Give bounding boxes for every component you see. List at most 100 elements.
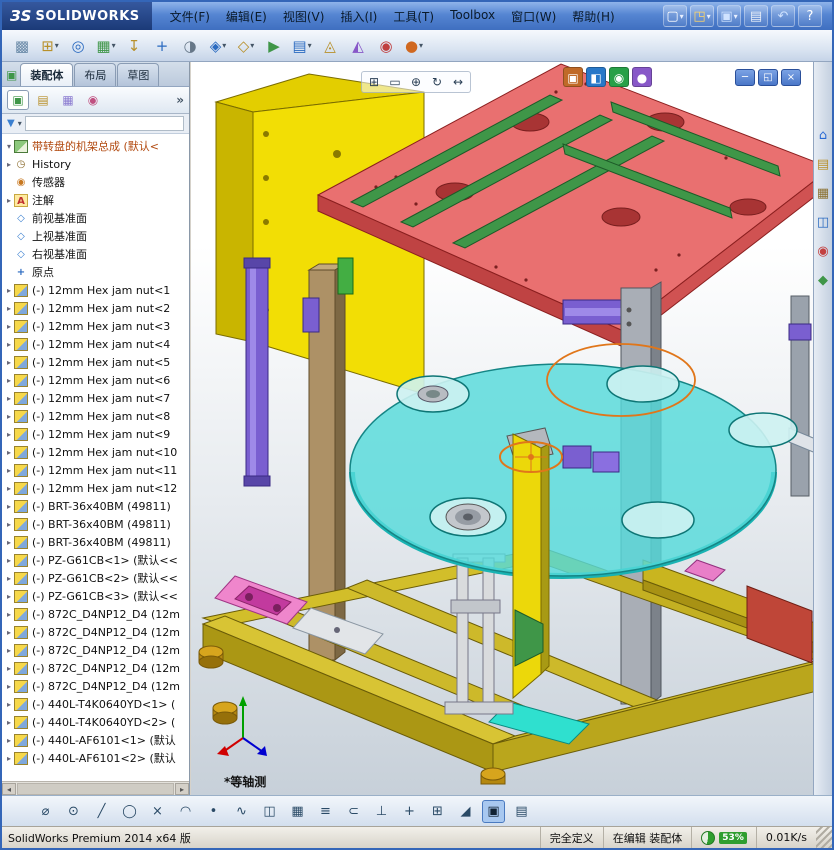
expand-arrow-icon[interactable] — [4, 412, 14, 421]
tree-item[interactable]: (-) 12mm Hex jam nut<5 — [4, 353, 189, 371]
help-button[interactable]: ? — [798, 5, 822, 27]
base-frame[interactable] — [201, 547, 817, 773]
expand-arrow-icon[interactable] — [4, 376, 14, 385]
tree-item[interactable]: (-) PZ-G61CB<1> (默认<< — [4, 551, 189, 569]
tree-item[interactable]: (-) PZ-G61CB<3> (默认<< — [4, 587, 189, 605]
expand-arrow-icon[interactable] — [4, 736, 14, 745]
expand-arrow-icon[interactable] — [4, 592, 14, 601]
move-component-button[interactable]: + — [150, 34, 174, 58]
tree-root-assembly[interactable]: 带转盘的机架总成 (默认< — [4, 137, 189, 155]
mirror-entities-button[interactable]: ◫ — [258, 800, 281, 823]
scroll-right-icon[interactable]: ▸ — [175, 782, 189, 795]
expand-arrow-icon[interactable] — [4, 322, 14, 331]
zoom-to-area-button[interactable]: ▭ — [386, 73, 404, 91]
menu-item[interactable]: 编辑(E) — [218, 5, 275, 28]
undo-button[interactable]: ↶ — [771, 5, 795, 27]
expand-arrow-icon[interactable] — [4, 628, 14, 637]
arc-tool-button[interactable]: ◠ — [174, 800, 197, 823]
expand-arrow-icon[interactable] — [4, 448, 14, 457]
tree-item[interactable]: (-) 872C_D4NP12_D4 (12m — [4, 641, 189, 659]
expand-arrow-icon[interactable] — [4, 196, 14, 205]
tab-sketch[interactable]: 草图 — [117, 63, 160, 86]
tree-item[interactable]: (-) BRT-36x40BM (49811) — [4, 533, 189, 551]
tree-item[interactable]: (-) PZ-G61CB<2> (默认<< — [4, 569, 189, 587]
print-button[interactable]: ▤ — [744, 5, 768, 27]
instant3d-button[interactable]: ◭ — [346, 34, 370, 58]
appearances-scenes-tab[interactable]: ◉ — [817, 244, 828, 259]
tree-item[interactable]: (-) 12mm Hex jam nut<12 — [4, 479, 189, 497]
insert-components-button[interactable]: ⊞ — [38, 34, 62, 58]
panel-flyout-chevron[interactable]: » — [176, 93, 184, 107]
shaded-sketch-contours-button[interactable]: ◢ — [454, 800, 477, 823]
tree-item[interactable]: (-) 12mm Hex jam nut<3 — [4, 317, 189, 335]
3d-model-canvas[interactable] — [191, 62, 817, 795]
menu-item[interactable]: Toolbox — [442, 5, 503, 28]
tree-item[interactable]: (-) 12mm Hex jam nut<9 — [4, 425, 189, 443]
scroll-left-icon[interactable]: ◂ — [2, 782, 16, 795]
bill-of-materials-button[interactable]: ▤ — [290, 34, 314, 58]
tree-item[interactable]: (-) 12mm Hex jam nut<4 — [4, 335, 189, 353]
expand-arrow-icon[interactable] — [4, 574, 14, 583]
resize-grip[interactable] — [816, 827, 832, 848]
linear-sketch-pattern-button[interactable]: ▦ — [286, 800, 309, 823]
linear-component-pattern-button[interactable]: ▦ — [94, 34, 118, 58]
expand-arrow-icon[interactable] — [4, 394, 14, 403]
filter-input[interactable] — [24, 116, 184, 131]
filter-dropdown-icon[interactable]: ▾ — [18, 119, 22, 128]
expand-arrow-icon[interactable] — [4, 682, 14, 691]
interference-detection-button[interactable]: ◉ — [374, 34, 398, 58]
zoom-in-out-button[interactable]: ⊕ — [407, 73, 425, 91]
tree-item[interactable]: (-) 440L-T4K0640YD<1> ( — [4, 695, 189, 713]
tree-item[interactable]: 传感器 — [4, 173, 189, 191]
tree-horizontal-scrollbar[interactable]: ◂ ▸ — [2, 781, 189, 795]
tab-layout[interactable]: 布局 — [74, 63, 117, 86]
rotate-view-button[interactable]: ↻ — [428, 73, 446, 91]
tree-item[interactable]: (-) 12mm Hex jam nut<2 — [4, 299, 189, 317]
tree-item[interactable]: (-) 872C_D4NP12_D4 (12m — [4, 659, 189, 677]
top-linear-rail[interactable] — [562, 299, 624, 325]
doc-close-button[interactable]: × — [781, 69, 801, 86]
tree-item[interactable]: 注解 — [4, 191, 189, 209]
conveyor-beam[interactable] — [642, 559, 817, 664]
menu-item[interactable]: 文件(F) — [162, 5, 218, 28]
tree-item[interactable]: (-) 872C_D4NP12_D4 (12m — [4, 605, 189, 623]
tree-item[interactable]: (-) 12mm Hex jam nut<8 — [4, 407, 189, 425]
edit-component-button[interactable]: ▩ — [10, 34, 34, 58]
ellipse-tool-button[interactable]: ◯ — [118, 800, 141, 823]
grid-settings-button[interactable]: ⊞ — [426, 800, 449, 823]
convert-entities-button[interactable]: ⊂ — [342, 800, 365, 823]
expand-arrow-icon[interactable] — [4, 484, 14, 493]
assembly-features-button[interactable]: ◈ — [206, 34, 230, 58]
expand-arrow-icon[interactable] — [4, 664, 14, 673]
tree-item[interactable]: (-) 440L-AF6101<2> (默认 — [4, 749, 189, 767]
file-explorer-tab[interactable]: ▦ — [817, 186, 829, 201]
reference-geometry-button[interactable]: ◇ — [234, 34, 258, 58]
tree-item[interactable]: (-) 872C_D4NP12_D4 (12m — [4, 623, 189, 641]
menu-item[interactable]: 帮助(H) — [564, 5, 622, 28]
tree-item[interactable]: (-) BRT-36x40BM (49811) — [4, 515, 189, 533]
expand-arrow-icon[interactable] — [4, 754, 14, 763]
expand-arrow-icon[interactable] — [4, 286, 14, 295]
tree-item[interactable]: 上视基准面 — [4, 227, 189, 245]
linear-rail-left[interactable] — [243, 257, 271, 487]
configurationmanager-tab[interactable]: ▦ — [57, 90, 79, 110]
expand-arrow-icon[interactable] — [4, 142, 14, 151]
tree-item[interactable]: 右视基准面 — [4, 245, 189, 263]
new-document-button[interactable]: ▢ — [663, 5, 687, 27]
quick-snaps-button[interactable]: + — [398, 800, 421, 823]
tree-item[interactable]: (-) 12mm Hex jam nut<1 — [4, 281, 189, 299]
expand-arrow-icon[interactable] — [4, 160, 14, 169]
view-orientation-button[interactable]: ▣ — [563, 67, 583, 87]
view-palette-tab[interactable]: ◫ — [817, 215, 829, 230]
tree-item[interactable]: (-) 12mm Hex jam nut<10 — [4, 443, 189, 461]
expand-arrow-icon[interactable] — [4, 538, 14, 547]
display-style-button[interactable]: ◧ — [586, 67, 606, 87]
expand-arrow-icon[interactable] — [4, 340, 14, 349]
scrollbar-track[interactable] — [17, 782, 174, 795]
line-tool-button[interactable]: ╱ — [90, 800, 113, 823]
turntable-disc[interactable] — [349, 363, 798, 579]
graphics-area[interactable]: ⊞ ▭ ⊕ ↻ ↔ ▣ ◧ ◉ ● ─ ◱ × *等轴测 — [191, 62, 817, 795]
smart-dimension-button[interactable]: ⌀ — [34, 800, 57, 823]
hide-show-items-button[interactable]: ◉ — [609, 67, 629, 87]
edit-appearance-button[interactable]: ● — [632, 67, 652, 87]
